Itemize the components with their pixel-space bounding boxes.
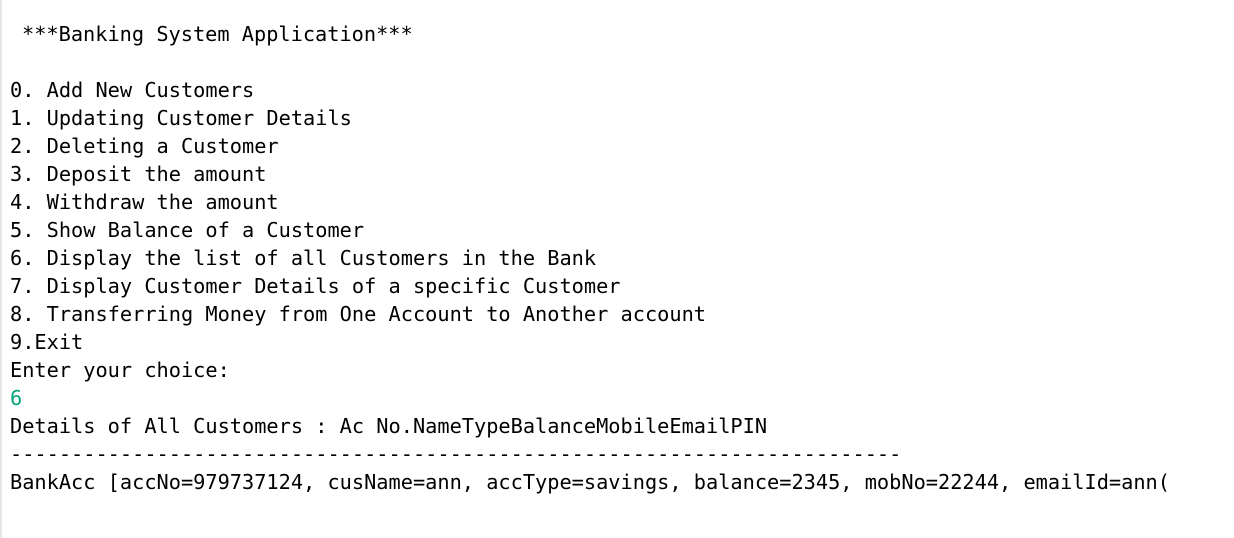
menu-option-6: 6. Display the list of all Customers in … bbox=[10, 246, 597, 270]
menu-option-0: 0. Add New Customers bbox=[10, 78, 255, 102]
menu-option-9: 9.Exit bbox=[10, 330, 84, 354]
menu-option-2: 2. Deleting a Customer bbox=[10, 134, 279, 158]
console-output[interactable]: ***Banking System Application*** 0. Add … bbox=[0, 0, 1234, 538]
details-header: Details of All Customers : Ac No.NameTyp… bbox=[10, 414, 768, 438]
app-title: ***Banking System Application*** bbox=[22, 22, 413, 46]
menu-option-1: 1. Updating Customer Details bbox=[10, 106, 352, 130]
user-input[interactable]: 6 bbox=[10, 384, 22, 412]
menu-option-3: 3. Deposit the amount bbox=[10, 162, 267, 186]
menu-option-4: 4. Withdraw the amount bbox=[10, 190, 279, 214]
console-left-border bbox=[0, 0, 2, 538]
menu-option-8: 8. Transferring Money from One Account t… bbox=[10, 302, 706, 326]
customer-record: BankAcc [accNo=979737124, cusName=ann, a… bbox=[10, 470, 1170, 494]
menu-option-7: 7. Display Customer Details of a specifi… bbox=[10, 274, 621, 298]
choice-prompt: Enter your choice: bbox=[10, 358, 230, 382]
separator-line: ----------------------------------------… bbox=[10, 442, 902, 466]
menu-option-5: 5. Show Balance of a Customer bbox=[10, 218, 365, 242]
